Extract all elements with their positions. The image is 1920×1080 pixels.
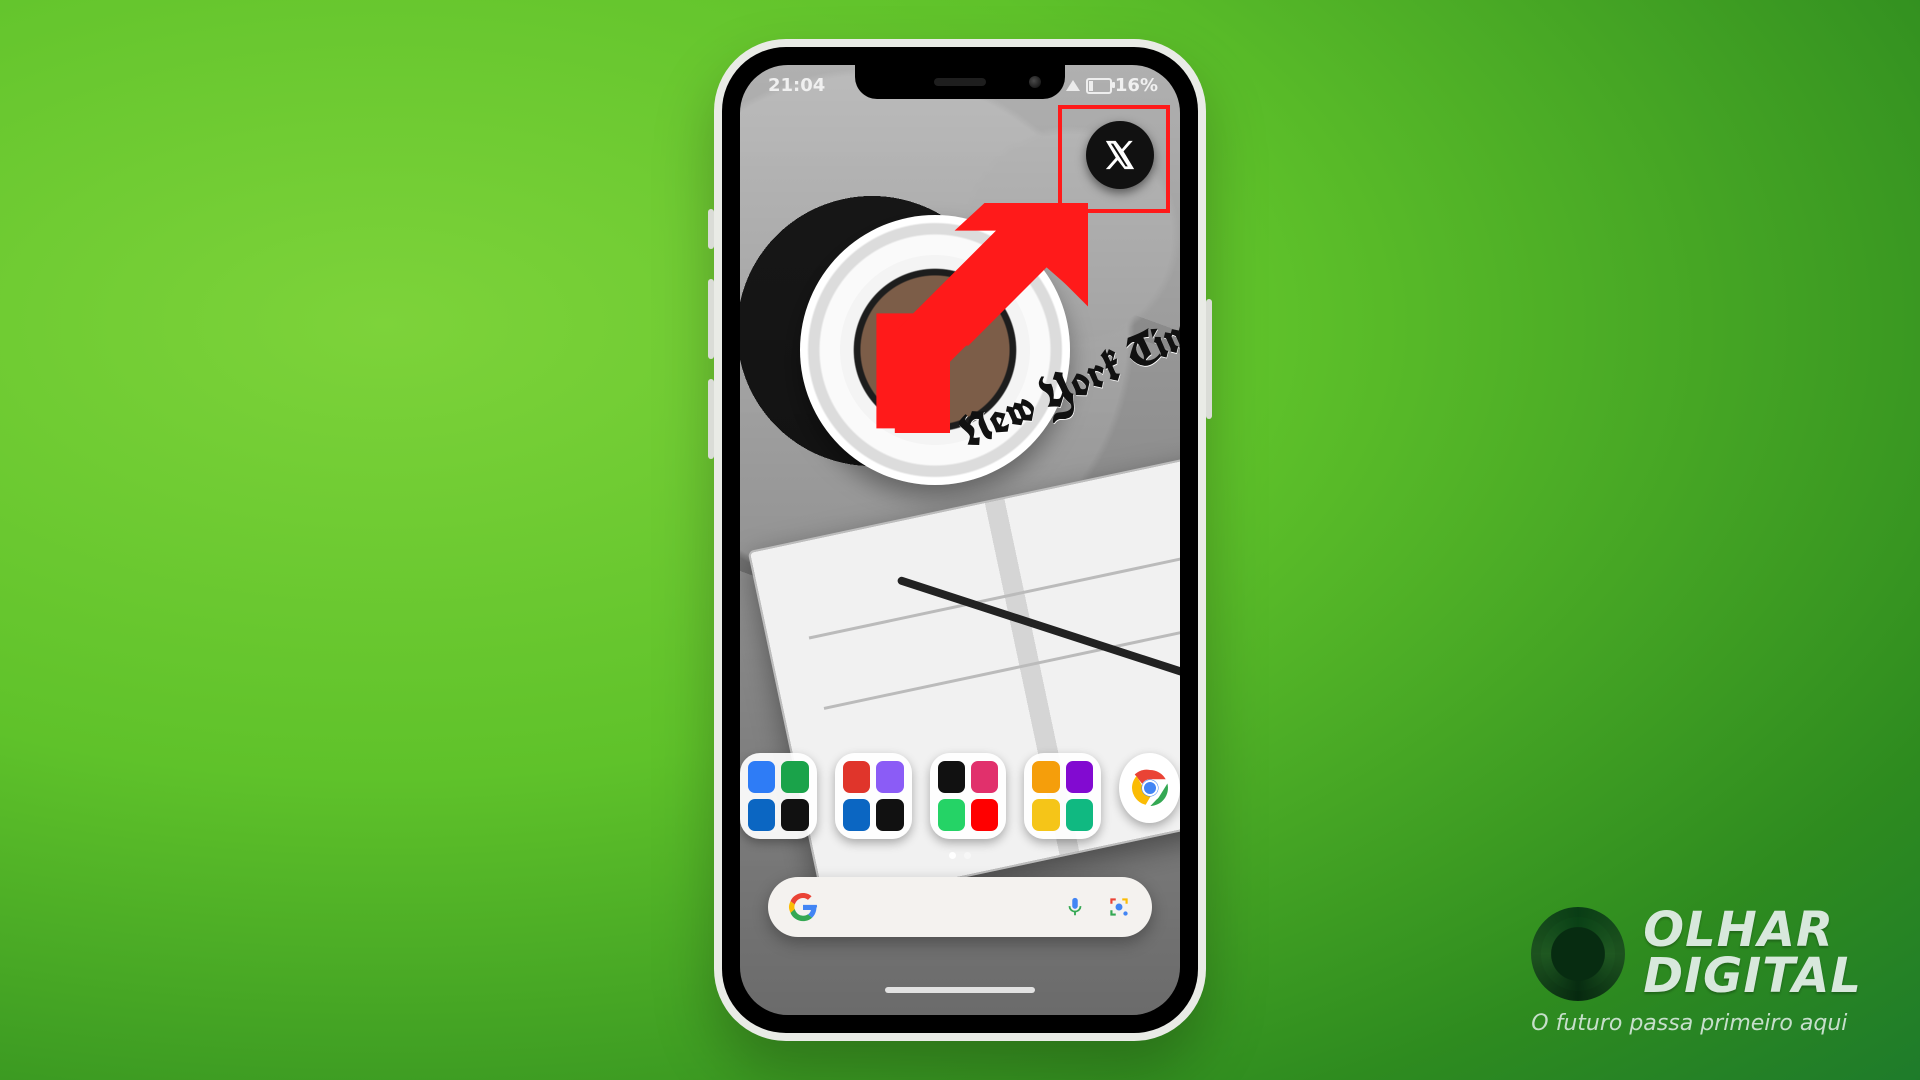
page-indicator (740, 851, 1180, 859)
folder-mini-icon (1066, 761, 1093, 793)
brand-tagline: O futuro passa primeiro aqui (1531, 1011, 1862, 1036)
google-g-icon (788, 892, 818, 922)
google-search-bar[interactable] (768, 877, 1152, 937)
folder-mini-icon (971, 761, 998, 793)
folder-mini-icon (781, 799, 808, 831)
phone-volume-up (708, 279, 714, 359)
signal-icon (1066, 80, 1080, 91)
olhar-ring-icon (1531, 907, 1625, 1001)
phone-mockup: New York Tim 21:04 16% (714, 39, 1206, 1041)
phone-bezel: New York Tim 21:04 16% (722, 47, 1198, 1033)
folder-mini-icon (781, 761, 808, 793)
folder-mini-icon (748, 799, 775, 831)
home-folder-row (740, 753, 1180, 839)
folder-mini-icon (876, 799, 903, 831)
folder-social[interactable] (930, 753, 1007, 839)
phone-notch (855, 65, 1065, 99)
tutorial-stage: New York Tim 21:04 16% (0, 0, 1920, 1080)
folder-mini-icon (1032, 799, 1059, 831)
folder-mini-icon (843, 761, 870, 793)
highlight-box (1058, 105, 1170, 213)
brand-line2: DIGITAL (1643, 954, 1862, 1000)
folder-mini-icon (938, 799, 965, 831)
google-lens-icon[interactable] (1106, 894, 1132, 920)
folder-mini-icon (748, 761, 775, 793)
status-time: 21:04 (768, 75, 825, 96)
phone-mute-switch (708, 209, 714, 249)
phone-volume-down (708, 379, 714, 459)
folder-mini-icon (843, 799, 870, 831)
chrome-app-icon[interactable] (1119, 753, 1180, 823)
folder-mini-icon (1066, 799, 1093, 831)
chrome-icon (1126, 764, 1174, 812)
earpiece (934, 78, 986, 86)
publisher-logo: OLHAR DIGITAL O futuro passa primeiro aq… (1531, 907, 1862, 1036)
folder-communications[interactable] (740, 753, 817, 839)
phone-screen: New York Tim 21:04 16% (740, 65, 1180, 1015)
phone-power-button (1206, 299, 1212, 419)
battery-indicator: 16% (1086, 75, 1158, 96)
folder-mini-icon (971, 799, 998, 831)
folder-mini-icon (938, 761, 965, 793)
front-camera (1029, 76, 1041, 88)
battery-percent: 16% (1115, 75, 1158, 96)
mic-icon[interactable] (1064, 896, 1086, 918)
gesture-nav-bar[interactable] (885, 987, 1035, 993)
battery-icon (1086, 78, 1112, 94)
pointer-arrow (858, 203, 1088, 433)
folder-mini-icon (1032, 761, 1059, 793)
folder-mini-icon (876, 761, 903, 793)
folder-work[interactable] (835, 753, 912, 839)
folder-finance[interactable] (1024, 753, 1101, 839)
